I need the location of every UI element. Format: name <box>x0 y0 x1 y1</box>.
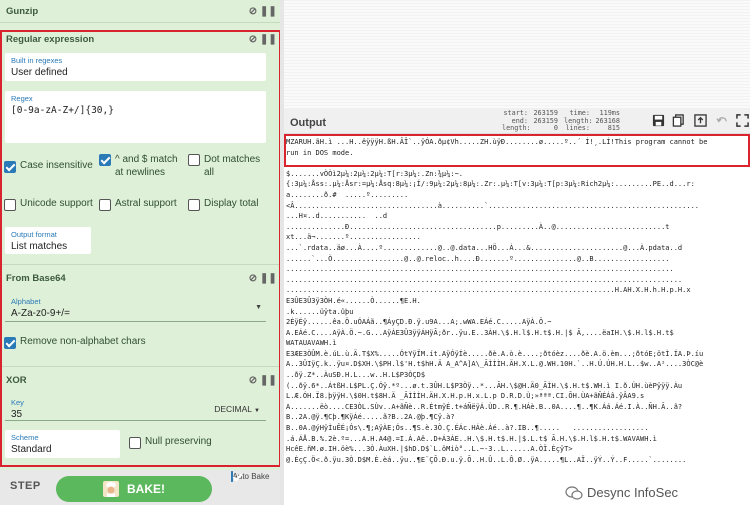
output-line: xt...ä¬.......º................. <box>286 233 421 242</box>
auto-bake-checkbox[interactable]: Auto Bake <box>226 471 274 482</box>
move-to-input-icon[interactable] <box>694 114 707 127</box>
output-line: <Â..................................à...… <box>286 201 700 210</box>
output-line: ..............Ð.........................… <box>286 222 670 231</box>
output-title: Output <box>290 117 327 129</box>
output-stats: start: 263159 time: 119ms end: 263159 le… <box>502 109 626 133</box>
bake-bar: STEP BAKE! Auto Bake <box>0 470 280 505</box>
stat-label: length: <box>502 124 531 132</box>
output-line: {:3µ¼:Åss:.µ¼:Åsr:=µ¼:Åsq:8µ¼:¡Í/:9µ¼:2µ… <box>286 180 695 189</box>
watermark-text: Desync InfoSec <box>587 485 679 500</box>
output-line: .k......üÿta.ûþu <box>286 307 354 316</box>
input-pane[interactable] <box>284 0 750 108</box>
output-line: A.......ëò....CE3ÒL.SÙv..A+ãÑè..R.ÉtmÿÉ.… <box>286 402 683 411</box>
undo-icon[interactable] <box>716 114 729 127</box>
stat-value: 263159 <box>533 116 558 125</box>
output-line: E3ÆE3ÒÛM.è.úL.ù.Ä.T$X%.....ÓtYÿÏM.ít.AÿÓ… <box>286 349 704 358</box>
pause-icon[interactable]: ❚❚ <box>260 6 277 17</box>
checkbox-checked-icon <box>230 471 233 482</box>
output-line: L.Æ.ÓH.Ï8.þÿÿH.\$0H.t$8H.Ä _ÃÌÌÌH.ÄH.X.H… <box>286 392 645 401</box>
copy-icon[interactable] <box>672 114 685 127</box>
operation-header: Gunzip ⊘ ❚❚ <box>0 0 280 22</box>
output-line: E3ÛE3Û3ÿ3ÒH.é«......Ò......¶E.H. <box>286 296 421 305</box>
save-icon[interactable] <box>652 114 665 127</box>
output-line: A.EÁé.C....AÿÀ.Ö.~.G...AÿÁE3Û3ÿÿÁHÿÃ;ðr.… <box>286 328 674 337</box>
output-line: .á.ÁÅ.B.%.2è.º=...A.H.A4@.=I.À.Aê..D+Á3À… <box>286 434 657 443</box>
output-line: @.ÈçÇ.Ö<.ð.ÿu.3Ò.D$M.È.èá..ÿu..¶E¨ÇÕ.Ð.u… <box>286 455 687 464</box>
highlight-box <box>0 30 280 467</box>
watermark: Desync InfoSec <box>565 485 678 500</box>
highlight-box <box>284 134 750 167</box>
output-line: ......`...Ò.................@..@.reloc..… <box>286 254 670 263</box>
stat-value: 0 <box>553 124 558 132</box>
wechat-icon <box>565 485 583 500</box>
operation-gunzip[interactable]: Gunzip ⊘ ❚❚ <box>0 0 280 22</box>
chef-icon <box>103 481 119 497</box>
disable-icon[interactable]: ⊘ <box>246 6 260 17</box>
output-line: 2ÉÿÉÿ......êa.Ö.uÓAÁã..¶ÁyÇD.Ð.ÿ.u9A...A… <box>286 318 552 327</box>
output-line: ........................................… <box>286 265 674 274</box>
step-button[interactable]: STEP <box>10 480 41 492</box>
output-line: HcêE.ñM.ø.IH.öè%...3Ò.ÀuXH.|$hD.D$`L.öMi… <box>286 445 573 454</box>
output-line: (..ðÿ.6*..ÁtßH.L$PL.Ç.Óÿ.*º...ø.t.3ÛH.L$… <box>286 381 683 390</box>
bake-button[interactable]: BAKE! <box>56 476 212 502</box>
output-line: A..3ÛIÿÇ.k..ÿu¤.D$XH.\$PH.l$'H.t$hH.Ä A_… <box>286 360 704 369</box>
output-pane[interactable]: MZARUH.ãH.ì ...H..êÿÿÿH.ßH.ÂÎ`..ÿÓA.ðµ¢V… <box>284 134 750 505</box>
operation-title: Gunzip <box>6 5 39 17</box>
maximize-icon[interactable] <box>736 114 749 127</box>
output-line: ........................................… <box>286 275 683 284</box>
bake-label: BAKE! <box>127 482 165 496</box>
output-line: ...`.rdata..äø...À....º.............@..@… <box>286 243 683 252</box>
output-line: a........ð.# .....º......... <box>286 190 409 199</box>
stat-label: lines: <box>565 124 590 132</box>
output-line: ..ðÿ.Z*..ÀuSÐ.H.L...w..H.L$P3ÒÇD$ <box>286 371 426 380</box>
output-line: $.......vÒÒì2µ¼:2µ¼:2µ¼:T[r:3µ¼:.Zn:¾µ¼:… <box>286 169 464 178</box>
output-line: B..2A.@ÿ.¶Cþ.¶KÿÁé.....ã?B..2A.@þ.¶Cÿ.à? <box>286 413 455 422</box>
output-line: B..0A.@ýHÿÌuÊÉ¡Ós\.¶;AÿÀE;Ós..¶S.è.3Ò.Ç.… <box>286 424 649 433</box>
output-text: MZARUH.ãH.ì ...H..êÿÿÿH.ßH.ÂÎ`..ÿÓA.ðµ¢V… <box>286 137 750 465</box>
output-line: ...H¤..d........... ..d <box>286 212 388 221</box>
output-line: ........................................… <box>286 286 691 295</box>
output-line: WATAUAVAWH.ì <box>286 339 337 348</box>
divider <box>0 22 280 23</box>
stat-value: 815 <box>607 124 620 132</box>
recipe-panel: Gunzip ⊘ ❚❚ Regular expression ⊘ ❚❚ Buil… <box>0 0 280 505</box>
output-header: Output start: 263159 time: 119ms end: 26… <box>284 108 750 134</box>
